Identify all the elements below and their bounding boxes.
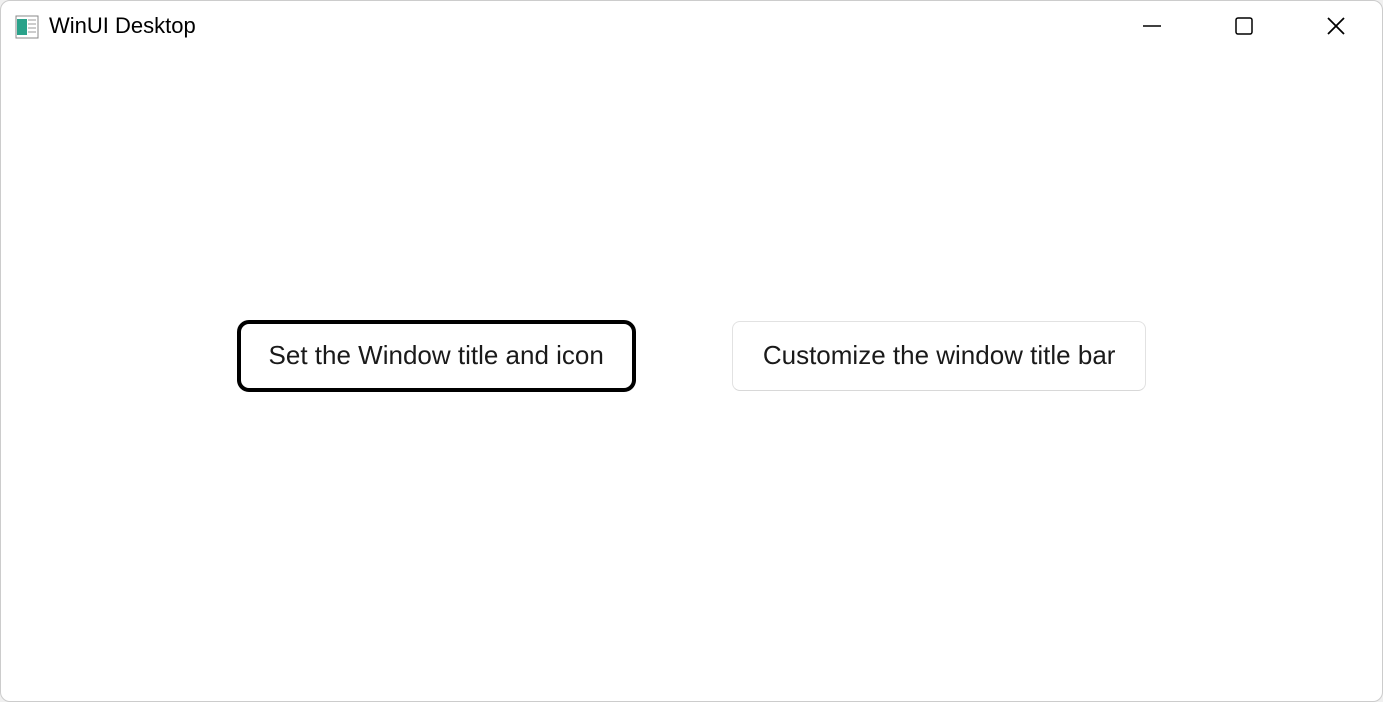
app-icon [15,15,39,39]
app-title: WinUI Desktop [49,13,196,39]
set-title-icon-button[interactable]: Set the Window title and icon [237,320,636,391]
content-area: Set the Window title and icon Customize … [1,51,1382,701]
window-controls [1106,1,1382,51]
close-button[interactable] [1290,1,1382,51]
close-icon [1326,16,1346,36]
titlebar[interactable]: WinUI Desktop [1,1,1382,51]
maximize-button[interactable] [1198,1,1290,51]
customize-titlebar-button[interactable]: Customize the window title bar [732,321,1147,390]
app-window: WinUI Desktop Set the Window title and [0,0,1383,702]
maximize-icon [1235,17,1253,35]
minimize-button[interactable] [1106,1,1198,51]
minimize-icon [1142,16,1162,36]
